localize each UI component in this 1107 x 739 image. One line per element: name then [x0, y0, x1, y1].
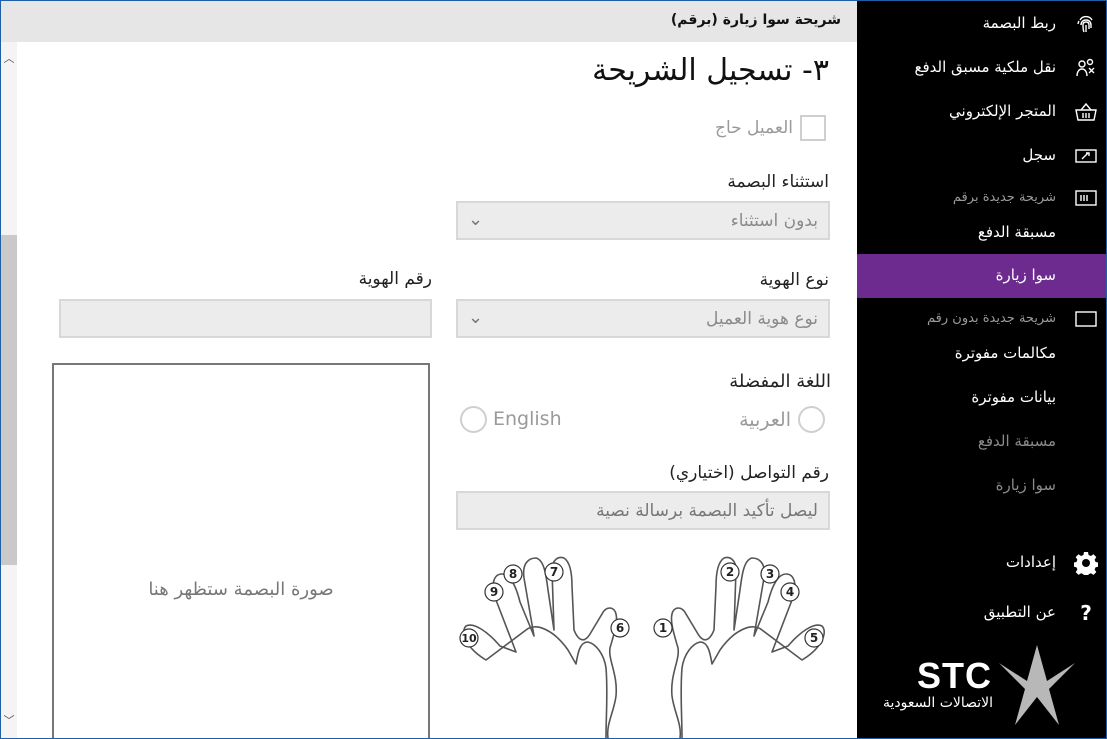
sidebar-item-label: سوا زيارة: [995, 266, 1056, 284]
sidebar-item-prepaid[interactable]: مسبقة الدفع: [857, 211, 1106, 255]
sidebar-item-label: المتجر الإلكتروني: [949, 102, 1056, 120]
radio-arabic-label: العربية: [739, 409, 791, 431]
finger-label: 2: [726, 565, 734, 579]
contact-number-placeholder: ليصل تأكيد البصمة برسالة نصية: [596, 501, 818, 521]
sidebar-section-label: شريحة جديدة برقم: [952, 190, 1056, 205]
customer-needy-checkbox[interactable]: [800, 115, 826, 141]
fingerprint-image-box: صورة البصمة ستظهر هنا: [52, 363, 430, 738]
id-type-select[interactable]: نوع هوية العميل ⌄: [456, 299, 830, 338]
fingerprint-exception-label: استثناء البصمة: [727, 172, 829, 192]
finger-label: 1: [659, 621, 667, 635]
main-content: شريحة سوا زيارة (برقم) ︿ ﹀ ٣- تسجيل الشر…: [1, 1, 857, 738]
sidebar-item-label: سجل: [1022, 146, 1056, 164]
sidebar-section-label: شريحة جديدة بدون رقم: [927, 311, 1056, 326]
sidebar-item-log[interactable]: سجل: [857, 134, 1106, 178]
contact-number-label: رقم التواصل (اختياري): [669, 463, 829, 483]
sidebar-item-label: نقل ملكية مسبق الدفع: [914, 58, 1057, 76]
finger-label: 6: [616, 621, 624, 635]
customer-needy-label: العميل حاج: [714, 118, 793, 138]
chevron-down-icon: ⌄: [468, 307, 484, 328]
sidebar-item-prepaid-transfer[interactable]: نقل ملكية مسبق الدفع: [857, 46, 1106, 90]
finger-label: 7: [550, 565, 558, 579]
fingerprint-placeholder-text: صورة البصمة ستظهر هنا: [148, 579, 334, 600]
transfer-users-icon: [1076, 58, 1095, 77]
svg-text:?: ?: [1080, 601, 1092, 625]
id-type-label: نوع الهوية: [759, 270, 829, 290]
sidebar-item-settings[interactable]: إعدادات: [857, 541, 1106, 585]
sidebar-item-estore[interactable]: المتجر الإلكتروني: [857, 90, 1106, 134]
finger-label: 8: [509, 567, 517, 581]
stc-logo-arabic: الاتصالات السعودية: [883, 695, 994, 711]
title-bar: شريحة سوا زيارة (برقم): [1, 1, 857, 42]
scroll-down-icon[interactable]: ﹀: [3, 712, 15, 728]
ticket-icon: [1075, 149, 1097, 163]
chevron-down-icon: ⌄: [468, 209, 484, 230]
id-type-value: نوع هوية العميل: [706, 309, 818, 329]
radio-english[interactable]: [460, 406, 487, 433]
basket-icon: [1075, 102, 1097, 121]
sidebar-item-label: عن التطبيق: [983, 603, 1056, 621]
sidebar-item-sawa-visit[interactable]: سوا زيارة: [857, 254, 1106, 298]
finger-label: 10: [461, 632, 477, 645]
fingerprint-exception-select[interactable]: بدون استثناء ⌄: [456, 201, 830, 240]
sidebar: ربط البصمة نقل ملكية مسبق الدفع المتجر ا…: [857, 1, 1106, 738]
question-icon: ?: [1080, 601, 1092, 625]
sidebar-item-label: بيانات مفوترة: [971, 388, 1056, 406]
stc-logo-mark: [999, 645, 1075, 725]
finger-label: 3: [766, 567, 774, 581]
sidebar-item-label: مسبقة الدفع: [977, 223, 1056, 241]
finger-label: 5: [810, 631, 818, 645]
id-number-label: رقم الهوية: [358, 269, 432, 289]
sim-card-icon: [1075, 190, 1097, 206]
sidebar-item-sawa-visit-disabled[interactable]: سوا زيارة: [857, 464, 1106, 508]
radio-arabic[interactable]: [798, 406, 825, 433]
hands-diagram: 1 2 3 4 5 6 7 8 9 10: [459, 556, 826, 738]
stc-logo: STC الاتصالات السعودية: [877, 641, 1077, 731]
finger-label: 4: [786, 585, 794, 599]
sim-blank-icon: [1075, 311, 1097, 327]
sidebar-item-fingerprint-link[interactable]: ربط البصمة: [857, 2, 1106, 46]
fingerprint-exception-value: بدون استثناء: [730, 211, 818, 231]
preferred-language-label: اللغة المفضلة: [729, 371, 831, 392]
gear-icon: [1074, 552, 1098, 575]
stc-logo-text: STC: [917, 655, 992, 696]
scroll-up-icon[interactable]: ︿: [3, 50, 15, 66]
sidebar-item-prepaid-disabled[interactable]: مسبقة الدفع: [857, 420, 1106, 464]
sidebar-item-label: إعدادات: [1005, 553, 1056, 571]
fingerprint-icon: [1077, 15, 1093, 33]
sidebar-item-label: مكالمات مفوترة: [954, 344, 1056, 362]
scrollbar-thumb[interactable]: [1, 235, 17, 565]
id-number-input[interactable]: [59, 299, 432, 338]
vertical-scrollbar[interactable]: ︿ ﹀: [1, 42, 17, 738]
sidebar-item-label: مسبقة الدفع: [977, 432, 1056, 450]
finger-label: 9: [490, 585, 498, 599]
sidebar-item-about[interactable]: ? عن التطبيق: [857, 591, 1106, 635]
sidebar-item-label: سوا زيارة: [995, 476, 1056, 494]
page-header-title: شريحة سوا زيارة (برقم): [670, 12, 841, 28]
sidebar-item-label: ربط البصمة: [982, 14, 1056, 32]
contact-number-input[interactable]: ليصل تأكيد البصمة برسالة نصية: [456, 491, 830, 530]
sidebar-item-postpaid-data[interactable]: بيانات مفوترة: [857, 376, 1106, 420]
sidebar-item-postpaid-calls[interactable]: مكالمات مفوترة: [857, 332, 1106, 376]
page-title: ٣- تسجيل الشريحة: [592, 53, 829, 88]
radio-english-label: English: [493, 408, 562, 430]
